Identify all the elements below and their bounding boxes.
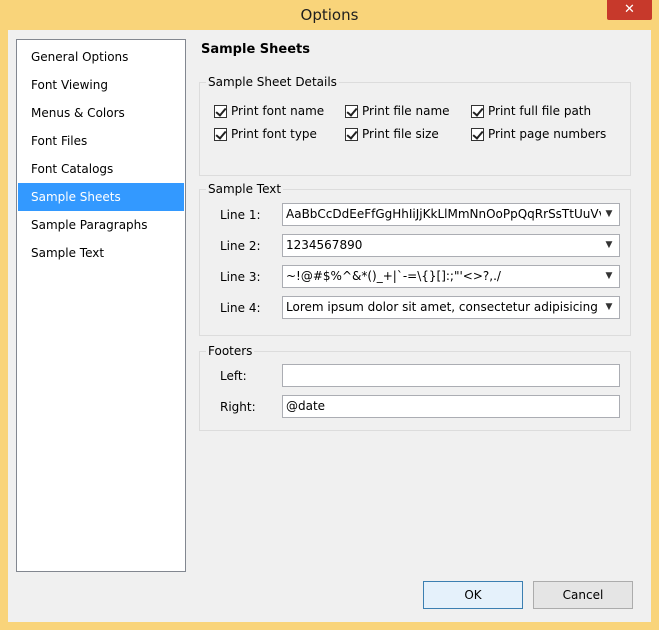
chevron-down-icon[interactable]: ▼ — [602, 204, 616, 225]
line-1-value: AaBbCcDdEeFfGgHhIiJjKkLlMmNnOoPpQqRrSsTt… — [286, 207, 601, 221]
close-icon: ✕ — [624, 2, 635, 17]
group-label: Sample Sheet Details — [206, 74, 339, 90]
print-file-size-checkbox[interactable]: Print file size — [345, 127, 439, 141]
nav-item-sample-paragraphs[interactable]: Sample Paragraphs — [18, 211, 184, 239]
line-4-value: Lorem ipsum dolor sit amet, consectetur … — [286, 300, 601, 314]
group-label: Sample Text — [206, 181, 284, 197]
nav-item-sample-text[interactable]: Sample Text — [18, 239, 184, 267]
cancel-button[interactable]: Cancel — [533, 581, 633, 609]
close-button[interactable]: ✕ — [607, 0, 652, 20]
checkbox-checked-icon — [214, 127, 227, 141]
footer-right-input[interactable]: @date — [282, 395, 620, 418]
checkbox-checked-icon — [345, 127, 358, 141]
nav-item-font-files[interactable]: Font Files — [18, 127, 184, 155]
line-1-row: Line 1: AaBbCcDdEeFfGgHhIiJjKkLlMmNnOoPp… — [200, 203, 620, 226]
sample-sheet-details-group: Sample Sheet Details Print font name Pri… — [199, 74, 631, 176]
checkbox-label: Print font type — [231, 127, 317, 141]
footer-left-input[interactable] — [282, 364, 620, 387]
checkbox-label: Print page numbers — [488, 127, 607, 141]
checkbox-label: Print full file path — [488, 104, 592, 118]
line-3-combo[interactable]: ~!@#$%^&*()_+|`-=\{}[]:;"'<>?,./ ▼ — [282, 265, 620, 288]
checkbox-label: Print font name — [231, 104, 325, 118]
print-full-file-path-checkbox[interactable]: Print full file path — [471, 104, 591, 118]
category-list[interactable]: General Options Font Viewing Menus & Col… — [16, 39, 186, 572]
line-3-label: Line 3: — [220, 269, 261, 284]
line-3-value: ~!@#$%^&*()_+|`-=\{}[]:;"'<>?,./ — [286, 269, 501, 283]
nav-item-general-options[interactable]: General Options — [18, 43, 184, 71]
chevron-down-icon[interactable]: ▼ — [602, 266, 616, 287]
line-4-combo[interactable]: Lorem ipsum dolor sit amet, consectetur … — [282, 296, 620, 319]
footer-right-row: Right: @date — [200, 395, 620, 418]
print-font-name-checkbox[interactable]: Print font name — [214, 104, 324, 118]
line-2-label: Line 2: — [220, 238, 261, 253]
chevron-down-icon[interactable]: ▼ — [602, 297, 616, 318]
chevron-down-icon[interactable]: ▼ — [602, 235, 616, 256]
footer-left-row: Left: — [200, 364, 620, 387]
print-page-numbers-checkbox[interactable]: Print page numbers — [471, 127, 606, 141]
line-2-row: Line 2: 1234567890 ▼ — [200, 234, 620, 257]
title-bar[interactable]: Options ✕ — [0, 0, 659, 30]
print-font-type-checkbox[interactable]: Print font type — [214, 127, 317, 141]
nav-item-sample-sheets[interactable]: Sample Sheets — [18, 183, 184, 211]
checkbox-label: Print file name — [362, 104, 450, 118]
window-title: Options — [300, 6, 359, 24]
options-window: Options ✕ General Options Font Viewing M… — [0, 0, 659, 630]
line-4-row: Line 4: Lorem ipsum dolor sit amet, cons… — [200, 296, 620, 319]
group-label: Footers — [206, 343, 255, 359]
nav-item-font-viewing[interactable]: Font Viewing — [18, 71, 184, 99]
checkbox-checked-icon — [471, 104, 484, 118]
line-2-combo[interactable]: 1234567890 ▼ — [282, 234, 620, 257]
checkbox-checked-icon — [214, 104, 227, 118]
checkbox-label: Print file size — [362, 127, 439, 141]
line-1-combo[interactable]: AaBbCcDdEeFfGgHhIiJjKkLlMmNnOoPpQqRrSsTt… — [282, 203, 620, 226]
line-4-label: Line 4: — [220, 300, 261, 315]
checkbox-checked-icon — [471, 127, 484, 141]
dialog-client-area: General Options Font Viewing Menus & Col… — [8, 30, 651, 622]
checkbox-checked-icon — [345, 104, 358, 118]
print-file-name-checkbox[interactable]: Print file name — [345, 104, 450, 118]
footer-left-label: Left: — [220, 368, 247, 383]
footers-group: Footers Left: Right: @date — [199, 343, 631, 431]
panel-title: Sample Sheets — [201, 42, 310, 57]
line-1-label: Line 1: — [220, 207, 261, 222]
nav-item-font-catalogs[interactable]: Font Catalogs — [18, 155, 184, 183]
footer-right-label: Right: — [220, 399, 256, 414]
line-3-row: Line 3: ~!@#$%^&*()_+|`-=\{}[]:;"'<>?,./… — [200, 265, 620, 288]
ok-button[interactable]: OK — [423, 581, 523, 609]
sample-text-group: Sample Text Line 1: AaBbCcDdEeFfGgHhIiJj… — [199, 181, 631, 336]
line-2-value: 1234567890 — [286, 238, 363, 252]
nav-item-menus-colors[interactable]: Menus & Colors — [18, 99, 184, 127]
